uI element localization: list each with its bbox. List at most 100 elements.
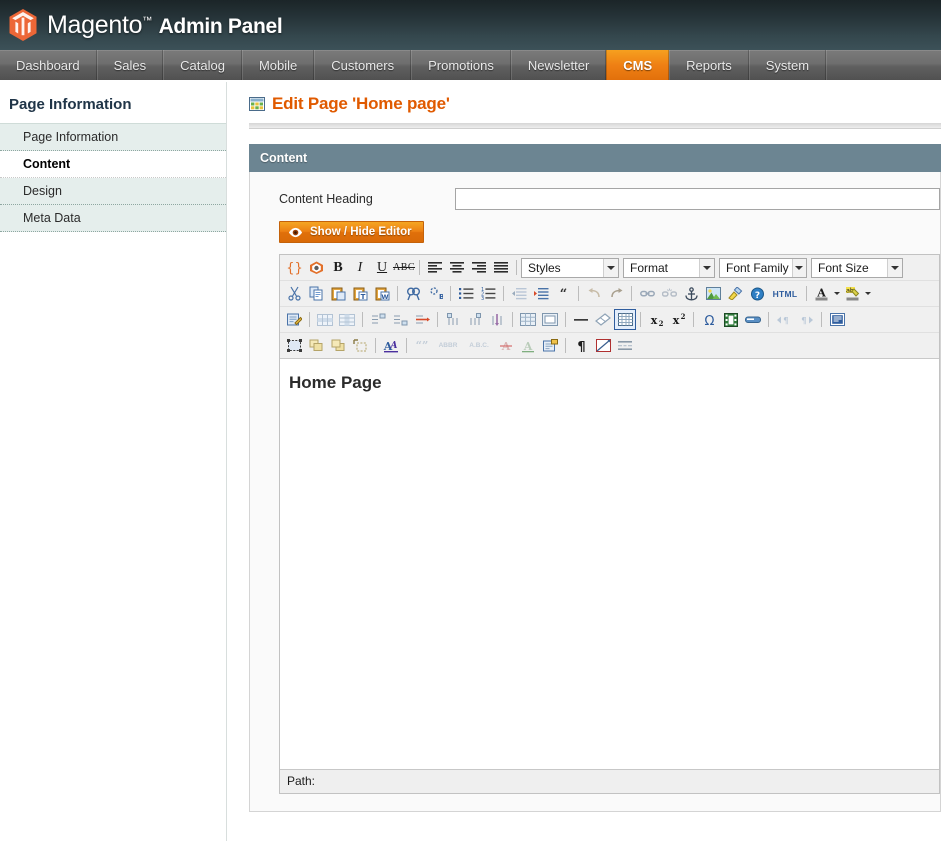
sidebar-item-page-information[interactable]: Page Information	[0, 124, 226, 151]
nav-item-reports[interactable]: Reports	[669, 50, 749, 80]
copy-icon[interactable]	[305, 283, 327, 304]
insert-layer-icon[interactable]	[305, 335, 327, 356]
nav-item-newsletter[interactable]: Newsletter	[510, 50, 607, 80]
link-icon[interactable]	[636, 283, 658, 304]
blockquote-icon[interactable]: “	[552, 283, 574, 304]
font-family-select-label: Font Family	[726, 260, 789, 275]
delete-span-icon[interactable]: A	[495, 335, 517, 356]
paste-from-word-icon[interactable]: W	[371, 283, 393, 304]
merge-cells-icon[interactable]	[539, 309, 561, 330]
delete-column-icon[interactable]	[486, 309, 508, 330]
toggle-borders-icon[interactable]	[614, 309, 636, 330]
content-heading-input[interactable]	[455, 188, 940, 210]
insert-column-after-icon[interactable]	[464, 309, 486, 330]
nav-item-dashboard[interactable]: Dashboard	[0, 50, 97, 80]
sidebar-item-content[interactable]: Content	[0, 151, 226, 178]
nav-item-customers[interactable]: Customers	[314, 50, 412, 80]
remove-format-icon[interactable]	[592, 309, 614, 330]
abbreviation-icon[interactable]: ABBR	[433, 335, 463, 356]
help-icon[interactable]: ?	[746, 283, 768, 304]
acronym-icon[interactable]: A.B.C.	[463, 335, 495, 356]
cut-icon[interactable]	[283, 283, 305, 304]
nav-item-mobile[interactable]: Mobile	[241, 50, 315, 80]
redo-icon[interactable]	[605, 283, 627, 304]
split-cells-icon[interactable]	[517, 309, 539, 330]
find-icon[interactable]	[402, 283, 424, 304]
nav-item-sales[interactable]: Sales	[96, 50, 164, 80]
page-break-icon[interactable]	[614, 335, 636, 356]
strikethrough-icon[interactable]: ABC	[393, 257, 415, 278]
visual-aid-icon[interactable]	[592, 335, 614, 356]
editor-path-label: Path:	[287, 774, 316, 788]
table-row-properties-icon[interactable]	[314, 309, 336, 330]
indent-icon[interactable]	[530, 283, 552, 304]
special-character-icon[interactable]: Ω	[698, 309, 720, 330]
insert-column-before-icon[interactable]	[442, 309, 464, 330]
bullet-list-icon[interactable]	[455, 283, 477, 304]
outdent-icon[interactable]	[508, 283, 530, 304]
move-forward-icon[interactable]	[327, 335, 349, 356]
show-blocks-icon[interactable]: ¶	[570, 335, 592, 356]
citation-icon[interactable]: “”	[411, 335, 433, 356]
nav-item-cms[interactable]: CMS	[606, 50, 670, 80]
style-props-icon[interactable]: AA	[380, 335, 402, 356]
align-left-icon[interactable]	[424, 257, 446, 278]
font-size-select[interactable]: Font Size	[811, 257, 903, 278]
html-source-icon[interactable]: HTML	[768, 283, 802, 304]
undo-icon[interactable]	[583, 283, 605, 304]
numbered-list-icon[interactable]: 123	[477, 283, 499, 304]
page-title-row: Edit Page 'Home page'	[249, 94, 941, 114]
font-family-select[interactable]: Font Family	[719, 257, 807, 278]
align-center-icon[interactable]	[446, 257, 468, 278]
absolute-position-icon[interactable]	[349, 335, 371, 356]
align-right-icon[interactable]	[468, 257, 490, 278]
nav-item-catalog[interactable]: Catalog	[163, 50, 242, 80]
italic-icon[interactable]: I	[349, 257, 371, 278]
attributes-icon[interactable]	[539, 335, 561, 356]
text-color-icon[interactable]: A	[811, 283, 831, 304]
delete-row-icon[interactable]	[411, 309, 433, 330]
insert-row-after-icon[interactable]	[389, 309, 411, 330]
toolbar-separator	[406, 338, 407, 353]
background-color-dropdown-icon[interactable]	[862, 283, 873, 304]
toolbar-separator	[821, 312, 822, 327]
insert-date-icon[interactable]	[742, 309, 764, 330]
insert-media-icon[interactable]	[720, 309, 742, 330]
bold-icon[interactable]: B	[327, 257, 349, 278]
unlink-icon[interactable]	[658, 283, 680, 304]
cleanup-icon[interactable]	[724, 283, 746, 304]
table-cell-properties-icon[interactable]	[336, 309, 358, 330]
anchor-icon[interactable]	[680, 283, 702, 304]
text-color-dropdown-icon[interactable]	[831, 283, 842, 304]
select-all-icon[interactable]	[283, 335, 305, 356]
format-select[interactable]: Format	[623, 257, 715, 278]
edit-css-icon[interactable]	[283, 309, 305, 330]
editor-content-area[interactable]: Home Page	[280, 359, 939, 769]
sidebar-item-meta-data[interactable]: Meta Data	[0, 205, 226, 232]
insert-span-icon[interactable]: A	[517, 335, 539, 356]
nav-item-promotions[interactable]: Promotions	[411, 50, 511, 80]
logo[interactable]: Magento™ Admin Panel	[8, 8, 283, 42]
magento-widget-icon[interactable]	[305, 257, 327, 278]
insert-image-icon[interactable]	[702, 283, 724, 304]
paste-as-text-icon[interactable]: T	[349, 283, 371, 304]
sidebar-item-design[interactable]: Design	[0, 178, 226, 205]
fullscreen-icon[interactable]	[826, 309, 848, 330]
underline-icon[interactable]: U	[371, 257, 393, 278]
horizontal-rule-icon[interactable]	[570, 309, 592, 330]
show-hide-editor-button[interactable]: Show / Hide Editor	[279, 221, 424, 243]
superscript-icon[interactable]: x2	[667, 309, 689, 330]
insert-row-before-icon[interactable]	[367, 309, 389, 330]
align-justify-icon[interactable]	[490, 257, 512, 278]
subscript-icon[interactable]: x2	[645, 309, 667, 330]
nav-item-system[interactable]: System	[748, 50, 827, 80]
toolbar-separator	[806, 286, 807, 301]
ltr-icon[interactable]: ¶	[773, 309, 795, 330]
paste-icon[interactable]	[327, 283, 349, 304]
background-color-icon[interactable]: ab	[842, 283, 862, 304]
magento-variable-icon[interactable]: {{}}	[283, 257, 305, 278]
editor-status-bar: Path:	[280, 769, 939, 793]
styles-select[interactable]: Styles	[521, 257, 619, 278]
find-replace-icon[interactable]: B	[424, 283, 446, 304]
rtl-icon[interactable]: ¶	[795, 309, 817, 330]
